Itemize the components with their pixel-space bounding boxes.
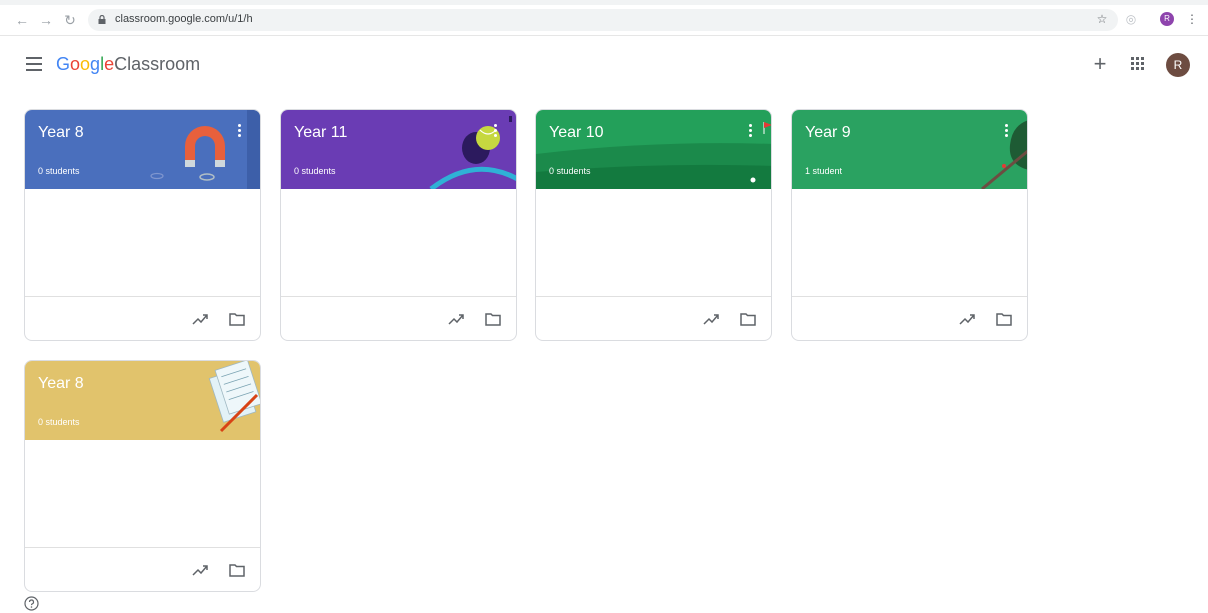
- class-card[interactable]: Year 8 0 students: [24, 360, 261, 592]
- class-card-footer: [25, 296, 260, 340]
- trending-up-icon[interactable]: [192, 312, 208, 326]
- trending-up-icon[interactable]: [192, 563, 208, 577]
- plus-icon[interactable]: +: [1090, 52, 1110, 76]
- class-card[interactable]: Year 8 0 students: [24, 109, 261, 341]
- hamburger-icon[interactable]: [26, 57, 42, 71]
- browser-toolbar: ← → ↻ classroom.google.com/u/1/h ☆ ◎ R ⋮: [0, 0, 1208, 36]
- folder-icon[interactable]: [229, 564, 245, 577]
- folder-icon[interactable]: [996, 313, 1012, 326]
- help-icon[interactable]: [24, 596, 39, 611]
- more-vert-icon[interactable]: [492, 124, 498, 140]
- tab-strip: [0, 0, 1208, 5]
- trending-up-icon[interactable]: [959, 312, 975, 326]
- class-card-header: Year 8 0 students: [25, 361, 260, 440]
- folder-icon[interactable]: [485, 313, 501, 326]
- golf-course-illustration: [536, 122, 771, 189]
- class-title[interactable]: Year 10: [549, 124, 604, 142]
- logo-product-text: Classroom: [114, 54, 201, 74]
- class-card-footer: [536, 296, 771, 340]
- star-icon[interactable]: ☆: [1095, 12, 1109, 26]
- class-title[interactable]: Year 8: [38, 375, 84, 393]
- student-count: 0 students: [294, 166, 336, 176]
- folder-icon[interactable]: [740, 313, 756, 326]
- class-card-footer: [792, 296, 1027, 340]
- reload-icon[interactable]: ↻: [62, 12, 78, 28]
- magnet-illustration: [150, 110, 260, 189]
- student-count: 1 student: [805, 166, 843, 176]
- more-vert-icon[interactable]: [1003, 124, 1009, 140]
- class-card[interactable]: Year 10 0 students: [535, 109, 772, 341]
- class-card-header: Year 10 0 students: [536, 110, 771, 189]
- student-count: 0 students: [549, 166, 591, 176]
- browser-menu-icon[interactable]: ⋮: [1186, 12, 1198, 26]
- forward-icon[interactable]: →: [38, 12, 54, 28]
- extension-icon[interactable]: ◎: [1124, 12, 1138, 26]
- trending-up-icon[interactable]: [448, 312, 464, 326]
- lock-icon: [98, 15, 106, 24]
- class-card-header: Year 11 0 students: [281, 110, 516, 189]
- class-card[interactable]: Year 11 0 students: [280, 109, 517, 341]
- more-vert-icon[interactable]: [747, 124, 753, 140]
- class-card-footer: [25, 547, 260, 591]
- address-bar[interactable]: classroom.google.com/u/1/h: [88, 9, 1118, 31]
- class-title[interactable]: Year 8: [38, 124, 84, 142]
- class-card-footer: [281, 296, 516, 340]
- app-header: GoogleClassroom + R: [0, 40, 1208, 92]
- back-icon[interactable]: ←: [14, 12, 30, 28]
- folder-icon[interactable]: [229, 313, 245, 326]
- student-count: 0 students: [38, 166, 80, 176]
- browser-profile-avatar[interactable]: R: [1160, 12, 1174, 26]
- app-logo[interactable]: GoogleClassroom: [56, 54, 200, 75]
- more-vert-icon[interactable]: [236, 124, 242, 140]
- class-card-header: Year 9 1 student: [792, 110, 1027, 189]
- sheet-music-illustration: [208, 361, 260, 433]
- class-card-header: Year 8 0 students: [25, 110, 260, 189]
- account-avatar[interactable]: R: [1166, 53, 1190, 77]
- logo-google-text: Google: [56, 54, 115, 74]
- class-card[interactable]: Year 9 1 student: [791, 109, 1028, 341]
- class-title[interactable]: Year 11: [294, 124, 347, 142]
- tennis-ball-illustration: [429, 116, 516, 189]
- url-text: classroom.google.com/u/1/h: [115, 13, 253, 25]
- class-title[interactable]: Year 9: [805, 124, 851, 142]
- student-count: 0 students: [38, 417, 80, 427]
- apps-grid-icon[interactable]: [1131, 57, 1145, 71]
- tree-illustration: [981, 120, 1027, 189]
- trending-up-icon[interactable]: [703, 312, 719, 326]
